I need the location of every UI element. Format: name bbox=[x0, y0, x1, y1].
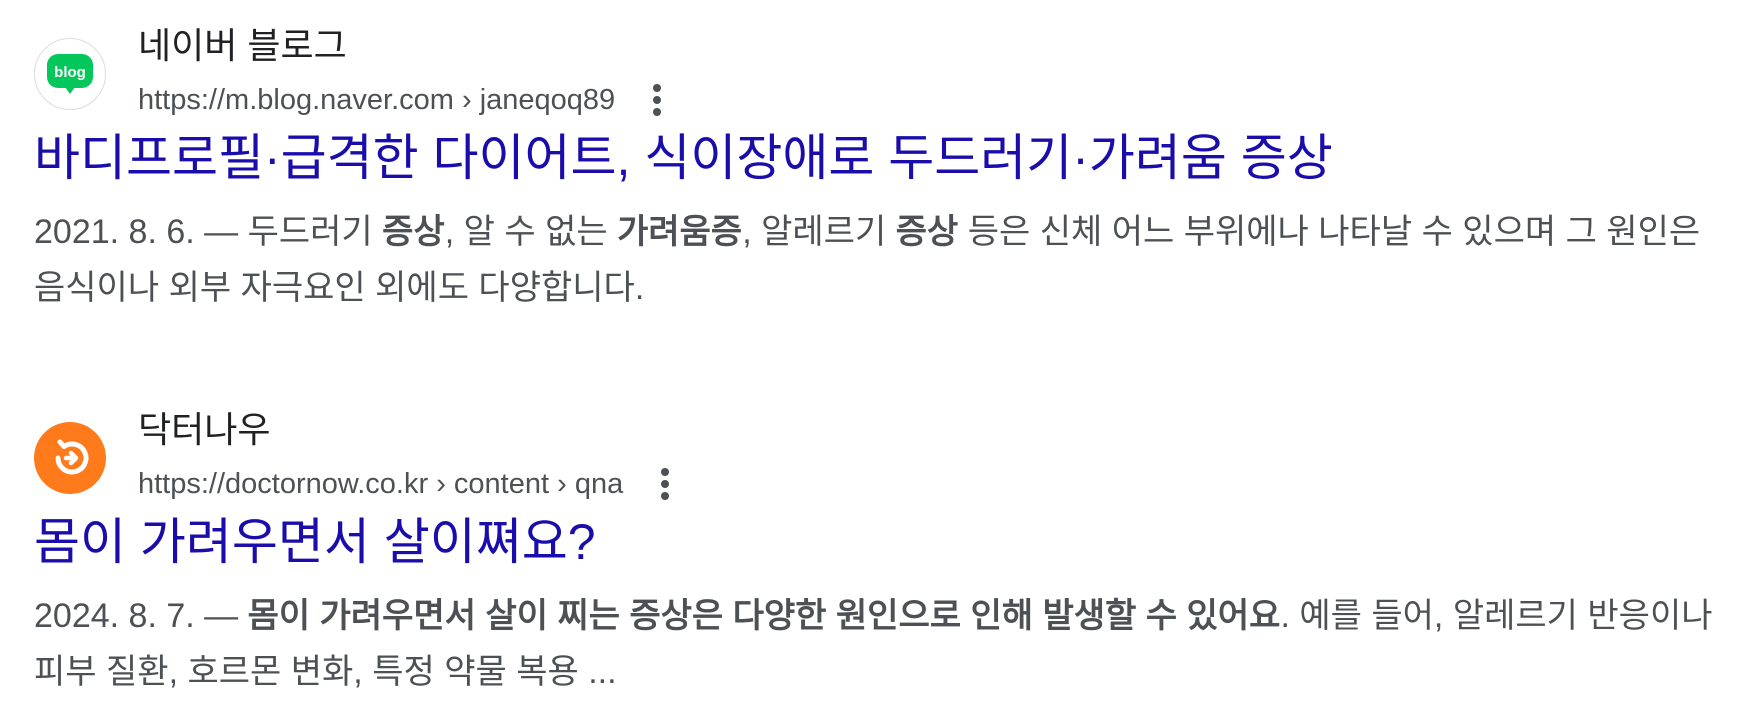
result-url-line: https://m.blog.naver.com › janeqoq89 bbox=[138, 80, 669, 120]
result-source[interactable]: 닥터나우 https://doctornow.co.kr › content ›… bbox=[34, 408, 1734, 504]
result-snippet: 2021. 8. 6. — 두드러기 증상, 알 수 없는 가려움증, 알레르기… bbox=[34, 204, 1734, 316]
site-name: 네이버 블로그 bbox=[138, 25, 347, 66]
snippet-text: 두드러기 bbox=[247, 213, 383, 251]
doctornow-icon bbox=[34, 422, 106, 494]
naver-blog-icon: blog bbox=[34, 38, 106, 110]
result-source[interactable]: blog 네이버 블로그 https://m.blog.naver.com › … bbox=[34, 24, 1734, 120]
snippet-highlight: 증상 bbox=[895, 213, 959, 251]
favicon-text: blog bbox=[54, 64, 86, 81]
site-name: 닥터나우 bbox=[138, 409, 271, 450]
snippet-highlight: 몸이 가려우면서 살이 찌는 증상은 다양한 원인으로 인해 발생할 수 있어요 bbox=[247, 597, 1281, 635]
snippet-highlight: 증상 bbox=[382, 213, 445, 251]
result-title-link[interactable]: 바디프로필·급격한 다이어트, 식이장애로 두드러기·가려움 증상 bbox=[34, 126, 1734, 190]
snippet-text: , 알레르기 bbox=[742, 213, 896, 251]
more-options-icon[interactable] bbox=[645, 80, 669, 120]
result-snippet: 2024. 8. 7. — 몸이 가려우면서 살이 찌는 증상은 다양한 원인으… bbox=[34, 588, 1734, 700]
search-result: 닥터나우 https://doctornow.co.kr › content ›… bbox=[34, 408, 1734, 700]
snippet-dash: — bbox=[194, 213, 248, 251]
result-url-line: https://doctornow.co.kr › content › qna bbox=[138, 464, 677, 504]
result-url: https://m.blog.naver.com › janeqoq89 bbox=[138, 84, 616, 116]
snippet-highlight: 가려움증 bbox=[617, 213, 743, 251]
snippet-date: 2024. 8. 7. bbox=[34, 597, 195, 635]
search-result: blog 네이버 블로그 https://m.blog.naver.com › … bbox=[34, 24, 1734, 316]
more-options-icon[interactable] bbox=[653, 464, 677, 504]
snippet-text: , 알 수 없는 bbox=[444, 213, 618, 251]
snippet-dash: — bbox=[194, 597, 248, 635]
snippet-date: 2021. 8. 6. bbox=[34, 213, 195, 251]
result-title-link[interactable]: 몸이 가려우면서 살이쪄요? bbox=[34, 510, 1734, 574]
result-url: https://doctornow.co.kr › content › qna bbox=[138, 468, 624, 500]
